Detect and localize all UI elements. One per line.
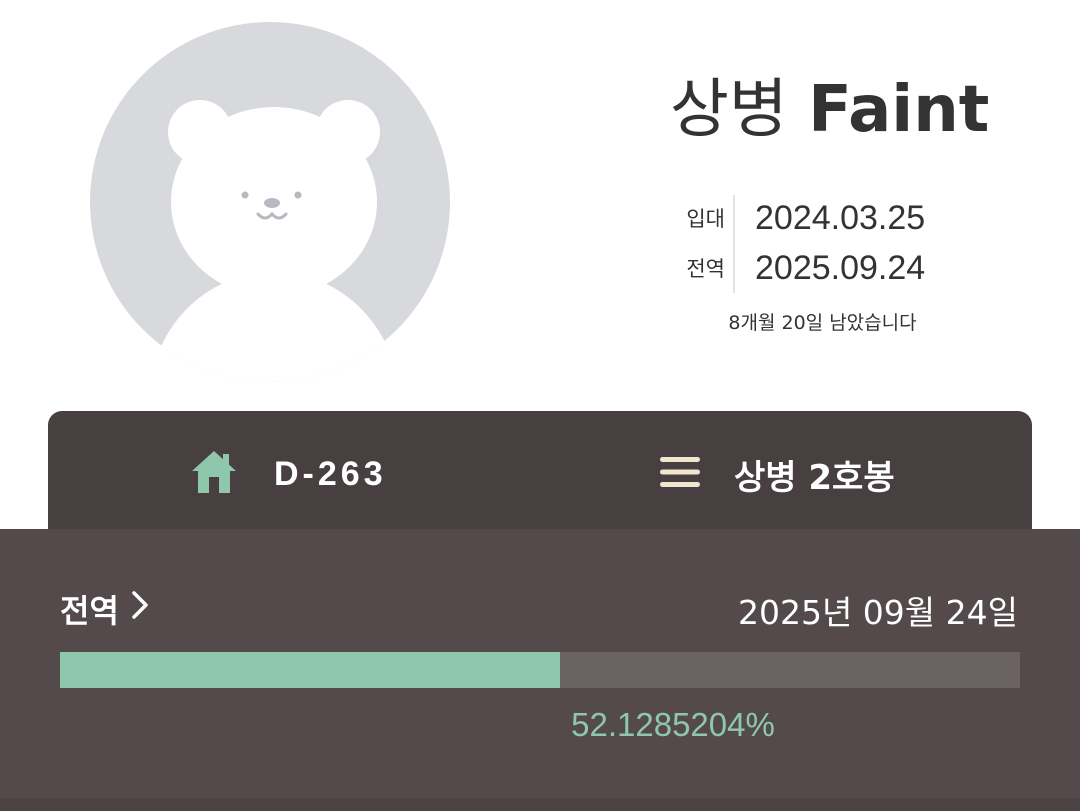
bottom-strip	[0, 798, 1080, 811]
discharge-row: 전역 2025.09.24	[670, 243, 925, 293]
service-dates: 입대 2024.03.25 전역 2025.09.24	[670, 193, 925, 293]
discharge-link[interactable]: 전역	[60, 586, 149, 632]
discharge-label: 전역	[686, 257, 725, 281]
enlist-row: 입대 2024.03.25	[670, 193, 925, 243]
enlist-date: 2024.03.25	[755, 198, 926, 237]
dday-label: D-263	[274, 454, 387, 493]
soldier-rank-name: 상병 Faint	[670, 70, 989, 150]
name-text: Faint	[808, 73, 990, 147]
progress-percent: 52.1285204%	[571, 706, 775, 743]
chevron-right-icon	[131, 590, 149, 628]
remaining-text: 8개월 20일 남았습니다	[728, 312, 917, 334]
profile-avatar[interactable]	[90, 22, 450, 382]
enlist-label: 입대	[686, 207, 725, 231]
progress-fill	[60, 652, 561, 688]
dates-divider	[733, 195, 735, 293]
dday-tab[interactable]: D-263	[190, 446, 387, 502]
discharge-link-label: 전역	[60, 592, 119, 630]
discharge-target-date: 2025년 09월 24일	[737, 593, 1018, 632]
menu-icon	[660, 456, 700, 492]
bear-avatar-icon	[150, 100, 398, 382]
home-icon	[190, 449, 238, 499]
service-progress-bar	[60, 652, 1020, 688]
rank-tab[interactable]: 상병 2호봉	[660, 446, 895, 502]
rank-text: 상병	[670, 73, 788, 147]
rank-step-label: 상병 2호봉	[734, 457, 895, 498]
discharge-date: 2025.09.24	[755, 248, 926, 287]
